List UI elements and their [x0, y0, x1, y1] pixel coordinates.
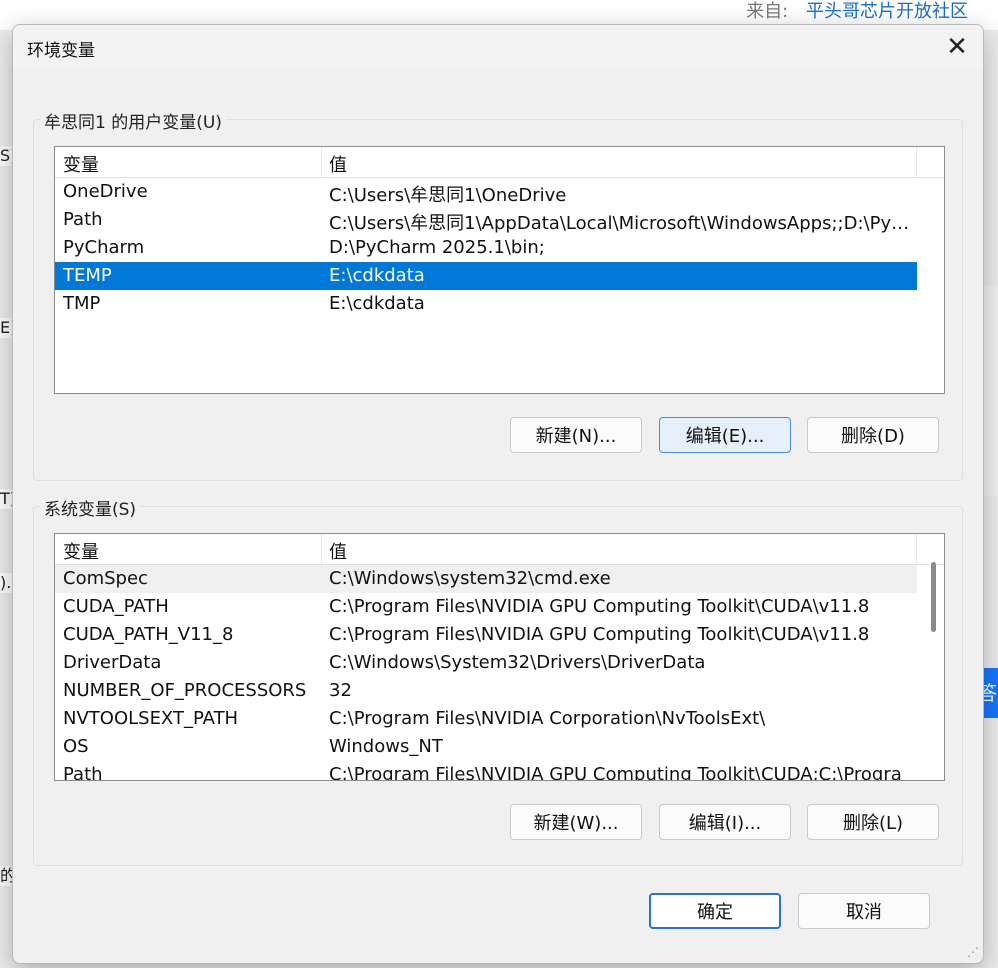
user-edit-button-label: 编辑(E)... [685, 426, 765, 447]
background-source: 来自: 平头哥芯片开放社区 [746, 0, 968, 24]
background-source-link[interactable]: 平头哥芯片开放社区 [806, 1, 968, 22]
variable-value: D:\PyCharm 2025.1\bin; [329, 237, 545, 258]
resize-grip-icon[interactable]: ⋰ [965, 945, 979, 959]
system-edit-button[interactable]: 编辑(I)... [659, 804, 791, 840]
system-variable-row[interactable]: OS Windows_NT [55, 733, 944, 761]
ok-button-label: 确定 [697, 902, 733, 923]
variable-name: OneDrive [63, 181, 148, 202]
column-separator [321, 534, 322, 564]
system-variables-list[interactable]: 变量 值 ComSpec C:\Windows\system32\cmd.exe… [54, 533, 945, 781]
user-variables-group-label: 牟思同1 的用户变量(U) [40, 108, 226, 133]
column-separator [321, 147, 322, 177]
system-list-scrollbar[interactable] [931, 562, 936, 632]
variable-value: E:\cdkdata [329, 265, 425, 286]
variable-value: C:\Windows\System32\Drivers\DriverData [329, 652, 706, 673]
variable-value: C:\Program Files\NVIDIA GPU Computing To… [329, 624, 870, 645]
variable-value: E:\cdkdata [329, 293, 425, 314]
variable-value: C:\Program Files\NVIDIA Corporation\NvTo… [329, 708, 766, 729]
dialog-titlebar: 环境变量 ✕ [13, 25, 983, 69]
variable-value: C:\Users\牟思同1\OneDrive [329, 185, 567, 206]
variable-name: CUDA_PATH_V11_8 [63, 624, 234, 645]
system-header-variable[interactable]: 变量 [63, 538, 99, 564]
system-variables-group: 系统变量(S) 变量 值 ComSpec C:\Windows\system32… [33, 495, 963, 866]
cancel-button-label: 取消 [846, 902, 882, 923]
variable-name: ComSpec [63, 568, 148, 589]
user-variable-row[interactable]: TMP E:\cdkdata [55, 290, 944, 318]
ok-button[interactable]: 确定 [649, 893, 781, 929]
column-separator [916, 147, 917, 177]
variable-value: C:\Windows\system32\cmd.exe [329, 568, 611, 589]
variable-value: C:\Program Files\NVIDIA GPU Computing To… [329, 596, 870, 617]
system-new-button[interactable]: 新建(W)... [510, 804, 642, 840]
user-edit-button[interactable]: 编辑(E)... [659, 417, 791, 453]
dialog-title: 环境变量 [27, 41, 95, 61]
variable-name: CUDA_PATH [63, 596, 169, 617]
user-delete-button[interactable]: 删除(D) [807, 417, 939, 453]
variable-name: NVTOOLSEXT_PATH [63, 708, 239, 729]
variable-name: DriverData [63, 652, 162, 673]
system-variable-row[interactable]: NVTOOLSEXT_PATH C:\Program Files\NVIDIA … [55, 705, 944, 733]
system-header-value[interactable]: 值 [329, 538, 347, 564]
user-variable-row-selected[interactable]: TEMP E:\cdkdata [55, 262, 917, 290]
user-variable-row[interactable]: OneDrive C:\Users\牟思同1\OneDrive [55, 178, 944, 206]
variable-name: TMP [63, 293, 101, 314]
variable-value: Windows_NT [329, 736, 443, 757]
background-source-label: 来自: [746, 1, 789, 22]
user-variables-list[interactable]: 变量 值 OneDrive C:\Users\牟思同1\OneDrive Pat… [54, 146, 945, 394]
environment-variables-dialog: 环境变量 ✕ 牟思同1 的用户变量(U) 变量 值 OneDrive C:\Us… [12, 24, 984, 964]
user-variable-row[interactable]: Path C:\Users\牟思同1\AppData\Local\Microso… [55, 206, 944, 234]
user-header-value[interactable]: 值 [329, 151, 347, 177]
variable-name: Path [63, 209, 103, 230]
cancel-button[interactable]: 取消 [798, 893, 930, 929]
user-variable-row[interactable]: PyCharm D:\PyCharm 2025.1\bin; [55, 234, 944, 262]
system-variable-row[interactable]: DriverData C:\Windows\System32\Drivers\D… [55, 649, 944, 677]
system-variable-row[interactable]: CUDA_PATH_V11_8 C:\Program Files\NVIDIA … [55, 621, 944, 649]
system-variables-group-label: 系统变量(S) [40, 495, 141, 520]
close-button[interactable]: ✕ [943, 32, 971, 62]
variable-value: C:\Program Files\NVIDIA GPU Computing To… [329, 764, 902, 781]
close-icon: ✕ [946, 32, 968, 62]
user-new-button[interactable]: 新建(N)... [510, 417, 642, 453]
user-delete-button-label: 删除(D) [841, 426, 905, 447]
variable-name: PyCharm [63, 237, 145, 258]
system-new-button-label: 新建(W)... [533, 813, 619, 834]
variable-value: 32 [329, 680, 352, 701]
user-list-header: 变量 值 [55, 147, 944, 178]
system-delete-button-label: 删除(L) [842, 813, 904, 834]
variable-name: Path [63, 764, 103, 781]
system-variable-row[interactable]: ComSpec C:\Windows\system32\cmd.exe [55, 565, 917, 593]
variable-name: NUMBER_OF_PROCESSORS [63, 680, 307, 701]
system-edit-button-label: 编辑(I)... [688, 813, 762, 834]
system-list-header: 变量 值 [55, 534, 944, 565]
variable-name: TEMP [63, 265, 112, 286]
user-header-variable[interactable]: 变量 [63, 151, 99, 177]
variable-value: C:\Users\牟思同1\AppData\Local\Microsoft\Wi… [329, 213, 914, 234]
user-new-button-label: 新建(N)... [535, 426, 617, 447]
variable-name: OS [63, 736, 89, 757]
system-variable-row[interactable]: Path C:\Program Files\NVIDIA GPU Computi… [55, 761, 944, 781]
system-delete-button[interactable]: 删除(L) [807, 804, 939, 840]
column-separator [916, 534, 917, 564]
system-variable-row[interactable]: CUDA_PATH C:\Program Files\NVIDIA GPU Co… [55, 593, 944, 621]
system-variable-row[interactable]: NUMBER_OF_PROCESSORS 32 [55, 677, 944, 705]
user-variables-group: 牟思同1 的用户变量(U) 变量 值 OneDrive C:\Users\牟思同… [33, 108, 963, 481]
